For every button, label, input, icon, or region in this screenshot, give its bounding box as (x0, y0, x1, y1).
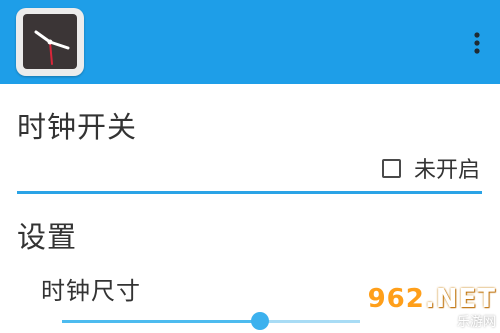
watermark-subtitle: 乐游网 (456, 315, 496, 330)
checkbox-box[interactable] (381, 158, 401, 178)
clock-size-label: 时钟尺寸 (41, 277, 141, 305)
divider (17, 191, 482, 194)
clock-size-slider-fill[interactable] (62, 320, 260, 323)
settings-title: 设置 (17, 220, 78, 254)
watermark-logo: 962.NET (356, 285, 496, 313)
more-vertical-icon[interactable] (473, 29, 481, 57)
watermark-number: 962 (367, 284, 425, 314)
site-watermark: 962.NET 乐游网 (356, 285, 496, 333)
clock-switch-checkbox[interactable]: 未开启 (381, 154, 480, 183)
app-bar (0, 0, 500, 84)
clock-size-slider-thumb[interactable] (251, 312, 269, 330)
clock-app-icon[interactable] (16, 8, 84, 76)
checkbox-label: 未开启 (413, 158, 480, 183)
watermark-suffix: .NET (424, 284, 496, 314)
clock-size-slider-track[interactable] (260, 320, 360, 323)
clock-switch-title: 时钟开关 (17, 110, 138, 144)
